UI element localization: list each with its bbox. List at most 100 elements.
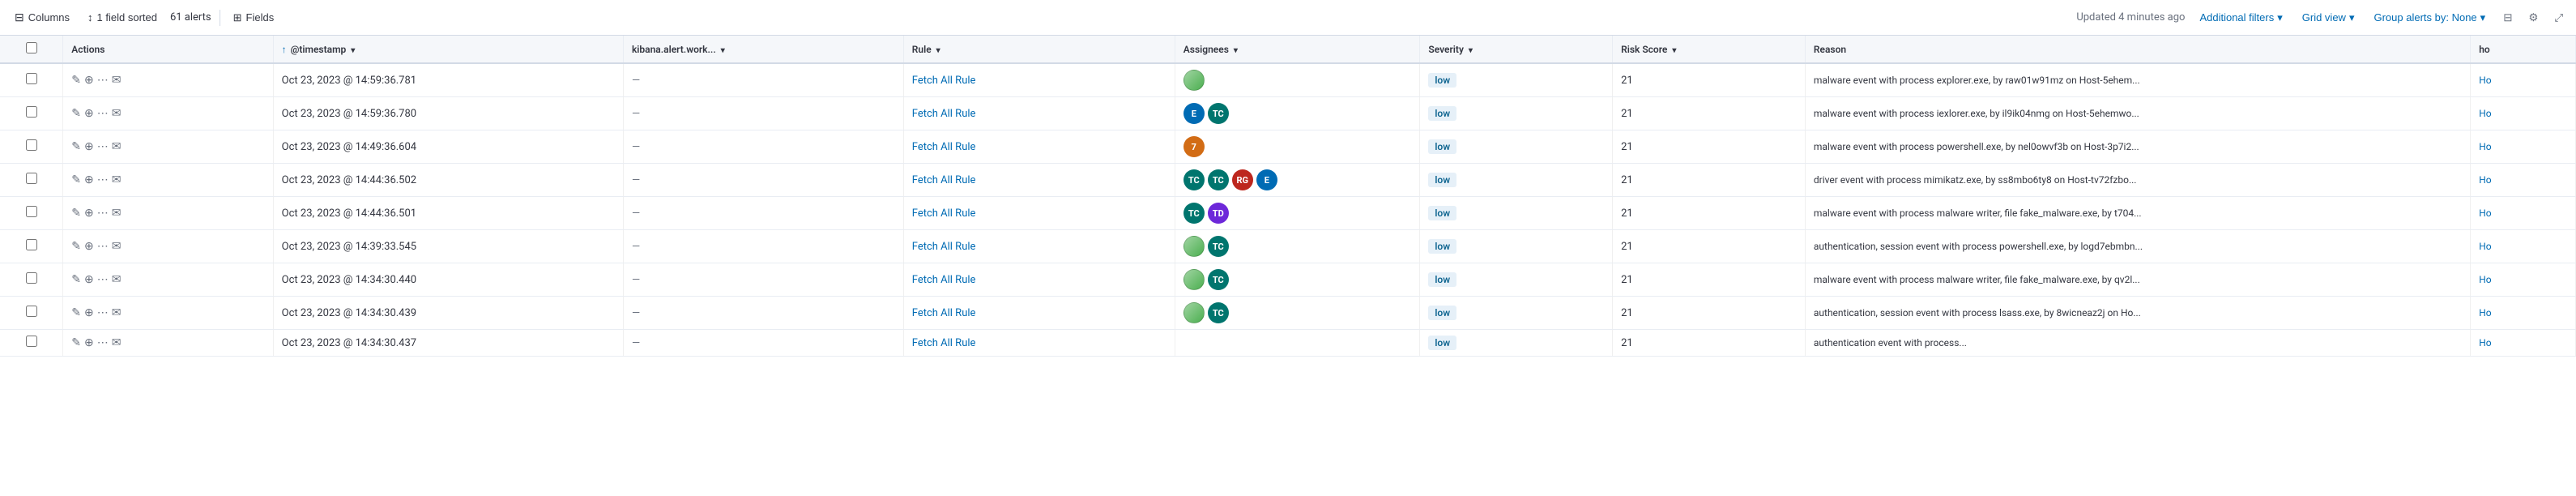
sort-button[interactable]: ↕ 1 field sorted	[83, 8, 162, 27]
table-row: ✎ ⊕ ⋯ ✉ Oct 23, 2023 @ 14:44:36.501—Fetc…	[0, 197, 2576, 230]
hc-link[interactable]: Ho	[2479, 75, 2491, 86]
row-checkbox[interactable]	[26, 336, 37, 347]
th-checkbox[interactable]	[0, 36, 63, 63]
group-alerts-label: Group alerts by: None	[2373, 11, 2476, 24]
th-timestamp[interactable]: ↑ @timestamp ▾	[273, 36, 623, 63]
graph-icon[interactable]: ⊕	[84, 336, 94, 349]
expand-icon-button[interactable]: ⤢	[2551, 8, 2566, 28]
edit-icon[interactable]: ✎	[71, 273, 81, 286]
edit-icon[interactable]: ✎	[71, 240, 81, 253]
edit-icon[interactable]: ✎	[71, 336, 81, 349]
more-icon[interactable]: ⋯	[97, 173, 109, 186]
edit-icon[interactable]: ✎	[71, 107, 81, 120]
columns-button[interactable]: ⊟ Columns	[10, 7, 75, 28]
graph-icon[interactable]: ⊕	[84, 74, 94, 87]
row-checkbox[interactable]	[26, 239, 37, 250]
alert-icon[interactable]: ✉	[112, 306, 122, 319]
row-checkbox[interactable]	[26, 272, 37, 284]
th-reason[interactable]: Reason	[1805, 36, 2470, 63]
graph-icon[interactable]: ⊕	[84, 140, 94, 153]
graph-icon[interactable]: ⊕	[84, 273, 94, 286]
graph-icon[interactable]: ⊕	[84, 173, 94, 186]
th-hc[interactable]: ho	[2471, 36, 2576, 63]
row-hc: Ho	[2471, 263, 2576, 297]
rule-link[interactable]: Fetch All Rule	[912, 141, 976, 153]
alert-icon[interactable]: ✉	[112, 140, 122, 153]
edit-icon[interactable]: ✎	[71, 306, 81, 319]
th-actions[interactable]: Actions	[63, 36, 273, 63]
alert-icon[interactable]: ✉	[112, 273, 122, 286]
more-icon[interactable]: ⋯	[97, 306, 109, 319]
edit-icon[interactable]: ✎	[71, 207, 81, 220]
graph-icon[interactable]: ⊕	[84, 107, 94, 120]
hc-link[interactable]: Ho	[2479, 241, 2491, 252]
row-rule: Fetch All Rule	[903, 297, 1175, 330]
more-icon[interactable]: ⋯	[97, 107, 109, 120]
row-assignees	[1175, 330, 1420, 357]
hc-link[interactable]: Ho	[2479, 307, 2491, 319]
assignees-cell: TCTCRGE	[1184, 169, 1412, 190]
graph-icon[interactable]: ⊕	[84, 207, 94, 220]
row-assignees: TC	[1175, 263, 1420, 297]
kibana-dash: —	[632, 108, 640, 120]
edit-icon[interactable]: ✎	[71, 173, 81, 186]
rule-link[interactable]: Fetch All Rule	[912, 241, 976, 253]
th-assignees[interactable]: Assignees ▾	[1175, 36, 1420, 63]
more-icon[interactable]: ⋯	[97, 74, 109, 87]
th-severity[interactable]: Severity ▾	[1420, 36, 1613, 63]
rule-link[interactable]: Fetch All Rule	[912, 108, 976, 120]
grid-view-button[interactable]: Grid view ▾	[2297, 8, 2360, 28]
select-all-checkbox[interactable]	[26, 42, 37, 53]
hc-link[interactable]: Ho	[2479, 207, 2491, 219]
avatar: TC	[1208, 236, 1229, 257]
hc-link[interactable]: Ho	[2479, 337, 2491, 348]
graph-icon[interactable]: ⊕	[84, 240, 94, 253]
more-icon[interactable]: ⋯	[97, 207, 109, 220]
rule-link[interactable]: Fetch All Rule	[912, 337, 976, 349]
rule-link[interactable]: Fetch All Rule	[912, 274, 976, 286]
edit-icon[interactable]: ✎	[71, 74, 81, 87]
alert-icon[interactable]: ✉	[112, 336, 122, 349]
row-checkbox[interactable]	[26, 206, 37, 217]
settings-icon-button[interactable]: ⚙	[2525, 8, 2541, 28]
alert-icon[interactable]: ✉	[112, 240, 122, 253]
table-row: ✎ ⊕ ⋯ ✉ Oct 23, 2023 @ 14:44:36.502—Fetc…	[0, 164, 2576, 197]
hc-link[interactable]: Ho	[2479, 141, 2491, 152]
hc-link[interactable]: Ho	[2479, 108, 2491, 119]
row-assignees: TC	[1175, 230, 1420, 263]
action-icons: ✎ ⊕ ⋯ ✉	[71, 207, 264, 220]
additional-filters-button[interactable]: Additional filters ▾	[2194, 8, 2287, 28]
th-riskscore[interactable]: Risk Score ▾	[1613, 36, 1806, 63]
rule-link[interactable]: Fetch All Rule	[912, 307, 976, 319]
reason-text: malware event with process malware write…	[1814, 274, 2140, 285]
alert-icon[interactable]: ✉	[112, 173, 122, 186]
row-checkbox[interactable]	[26, 173, 37, 184]
row-checkbox[interactable]	[26, 306, 37, 317]
avatar	[1184, 70, 1205, 91]
row-checkbox[interactable]	[26, 73, 37, 84]
edit-icon[interactable]: ✎	[71, 140, 81, 153]
severity-badge: low	[1428, 336, 1456, 350]
more-icon[interactable]: ⋯	[97, 273, 109, 286]
rule-link[interactable]: Fetch All Rule	[912, 207, 976, 220]
alert-icon[interactable]: ✉	[112, 107, 122, 120]
fields-button[interactable]: ⊞ Fields	[228, 8, 279, 28]
row-checkbox[interactable]	[26, 106, 37, 118]
rule-link[interactable]: Fetch All Rule	[912, 174, 976, 186]
rule-link[interactable]: Fetch All Rule	[912, 75, 976, 87]
panel-icon-button[interactable]: ⊟	[2500, 8, 2515, 28]
row-checkbox[interactable]	[26, 139, 37, 151]
graph-icon[interactable]: ⊕	[84, 306, 94, 319]
alert-icon[interactable]: ✉	[112, 207, 122, 220]
th-rule[interactable]: Rule ▾	[903, 36, 1175, 63]
hc-link[interactable]: Ho	[2479, 274, 2491, 285]
more-icon[interactable]: ⋯	[97, 140, 109, 153]
th-kibana[interactable]: kibana.alert.work... ▾	[623, 36, 903, 63]
hc-link[interactable]: Ho	[2479, 174, 2491, 186]
more-icon[interactable]: ⋯	[97, 336, 109, 349]
action-icons: ✎ ⊕ ⋯ ✉	[71, 173, 264, 186]
row-rule: Fetch All Rule	[903, 330, 1175, 357]
group-alerts-button[interactable]: Group alerts by: None ▾	[2369, 8, 2490, 28]
more-icon[interactable]: ⋯	[97, 240, 109, 253]
alert-icon[interactable]: ✉	[112, 74, 122, 87]
